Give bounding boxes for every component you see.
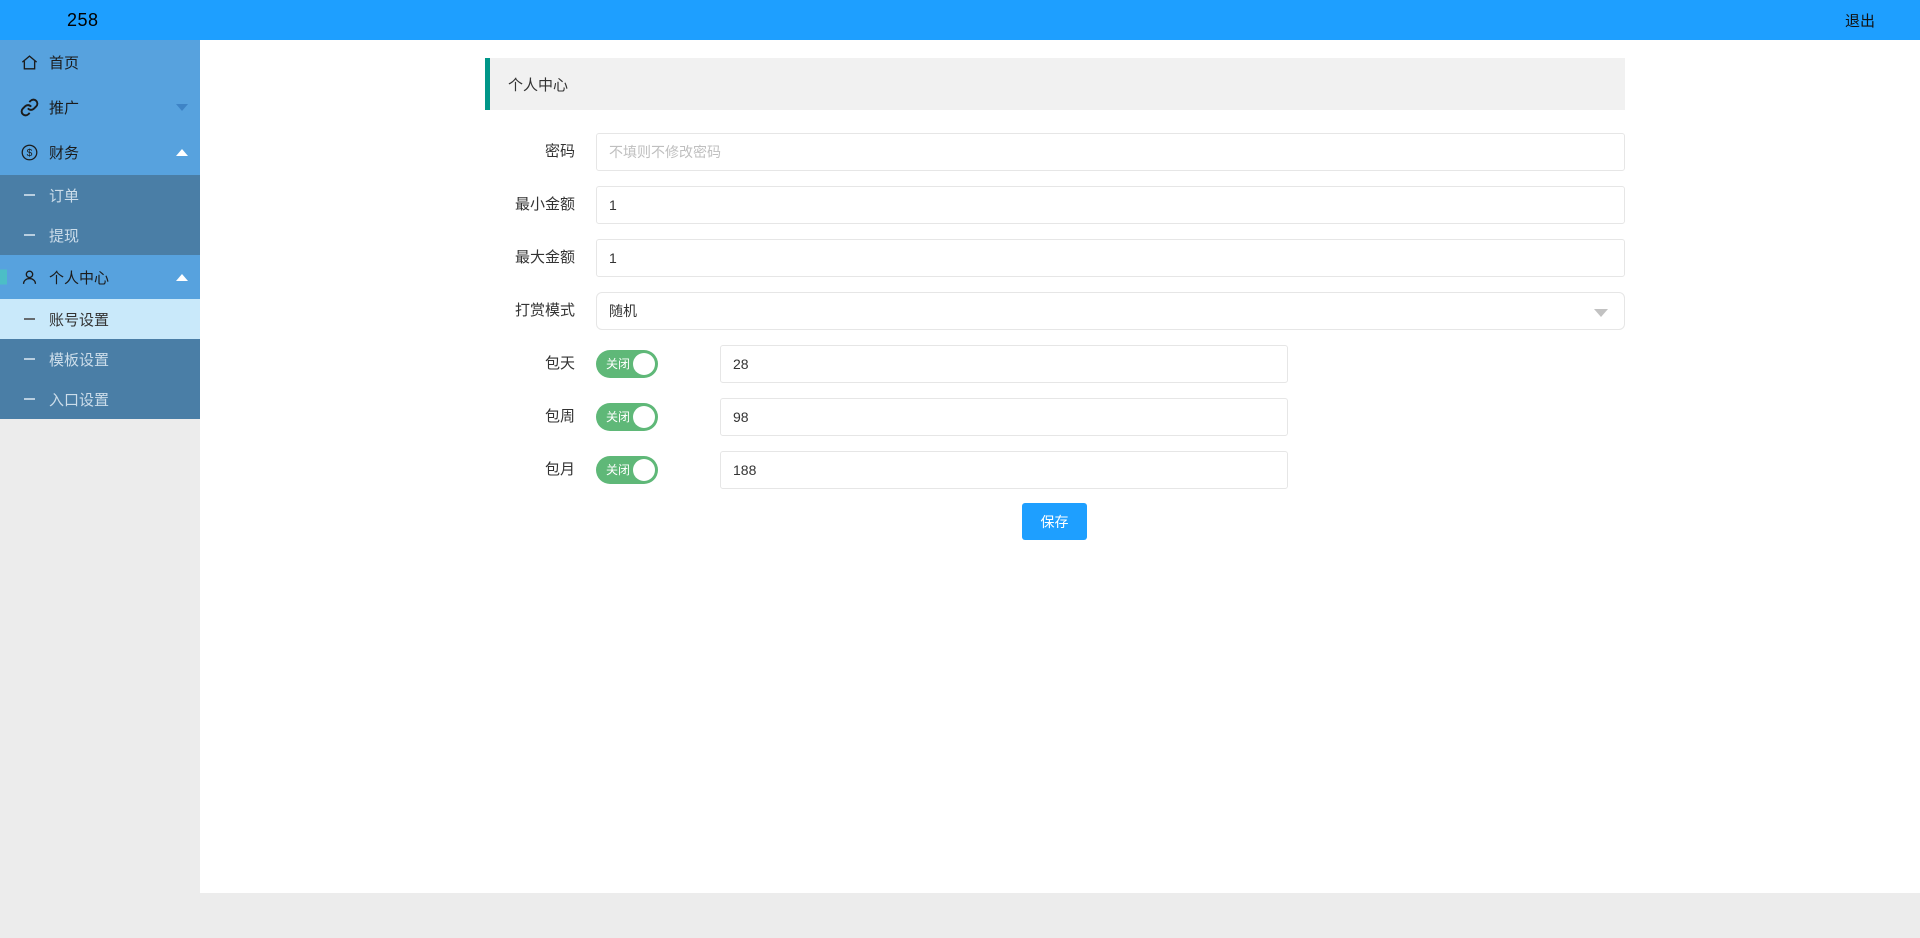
money-icon: $ (20, 143, 39, 162)
brand-title: 258 (67, 9, 99, 30)
daily-price-input[interactable] (720, 345, 1288, 383)
save-button[interactable]: 保存 (1022, 503, 1087, 540)
weekly-toggle[interactable]: 关闭 (596, 403, 658, 431)
daily-toggle[interactable]: 关闭 (596, 350, 658, 378)
form-row-max-amount: 最大金额 (200, 239, 1920, 277)
svg-text:$: $ (27, 148, 33, 159)
sidebar-item-label: 提现 (49, 227, 80, 245)
topbar: 258 退出 (0, 0, 1920, 40)
sidebar-item-template-settings[interactable]: 模板设置 (0, 339, 200, 379)
password-input[interactable] (596, 133, 1625, 171)
reward-mode-value: 随机 (609, 303, 637, 319)
link-icon (20, 98, 39, 117)
min-amount-label: 最小金额 (514, 196, 575, 213)
sidebar-item-label: 首页 (49, 55, 80, 72)
toggle-label: 关闭 (606, 463, 631, 477)
sidebar-item-label: 推广 (49, 100, 80, 117)
sidebar-item-label: 账号设置 (49, 311, 110, 329)
chevron-down-icon (176, 104, 188, 111)
form-row-monthly: 包月 关闭 (200, 451, 1920, 489)
finance-submenu: 订单 提现 (0, 175, 200, 255)
panel-header: 个人中心 (485, 58, 1625, 110)
toggle-knob-icon (633, 353, 655, 375)
sidebar-item-label: 入口设置 (49, 391, 110, 409)
daily-label: 包天 (544, 355, 575, 372)
sidebar-item-label: 订单 (49, 187, 80, 205)
max-amount-input[interactable] (596, 239, 1625, 277)
dash-icon (24, 318, 35, 320)
reward-mode-label: 打赏模式 (514, 302, 575, 319)
toggle-knob-icon (633, 459, 655, 481)
sidebar-item-label: 财务 (49, 145, 80, 162)
form-row-weekly: 包周 关闭 (200, 398, 1920, 436)
min-amount-input[interactable] (596, 186, 1625, 224)
page: 258 退出 首页 推广 $ 财务 订单 提现 个人中心 账号设置 模板设置 入… (0, 0, 1920, 938)
sidebar-item-account-settings[interactable]: 账号设置 (0, 299, 200, 339)
sidebar-item-promotion[interactable]: 推广 (0, 85, 200, 130)
dash-icon (24, 398, 35, 400)
sidebar-item-finance[interactable]: $ 财务 (0, 130, 200, 175)
monthly-price-input[interactable] (720, 451, 1288, 489)
toggle-label: 关闭 (606, 357, 631, 371)
monthly-label: 包月 (544, 461, 575, 478)
form-row-min-amount: 最小金额 (200, 186, 1920, 224)
monthly-toggle[interactable]: 关闭 (596, 456, 658, 484)
sidebar-item-withdraw[interactable]: 提现 (0, 215, 200, 255)
panel-title: 个人中心 (508, 76, 569, 94)
chevron-up-icon (176, 149, 188, 156)
reward-mode-select[interactable]: 随机 (596, 292, 1625, 330)
password-label: 密码 (544, 143, 575, 160)
user-icon (20, 268, 39, 287)
dash-icon (24, 234, 35, 236)
toggle-label: 关闭 (606, 410, 631, 424)
main-content: 个人中心 密码 最小金额 最大金额 打赏模式 随机 包天 关闭 (200, 40, 1920, 893)
sidebar: 首页 推广 $ 财务 订单 提现 个人中心 账号设置 模板设置 入口设置 (0, 40, 200, 419)
sidebar-item-label: 个人中心 (49, 269, 110, 287)
sidebar-item-profile[interactable]: 个人中心 (0, 255, 200, 299)
dash-icon (24, 194, 35, 196)
sidebar-item-orders[interactable]: 订单 (0, 175, 200, 215)
form-row-reward-mode: 打赏模式 随机 (200, 292, 1920, 330)
sidebar-item-home[interactable]: 首页 (0, 40, 200, 85)
logout-link[interactable]: 退出 (1845, 10, 1875, 31)
form-row-password: 密码 (200, 133, 1920, 171)
profile-submenu: 账号设置 模板设置 入口设置 (0, 299, 200, 419)
sidebar-item-label: 模板设置 (49, 351, 110, 369)
sidebar-item-entry-settings[interactable]: 入口设置 (0, 379, 200, 419)
active-section-indicator (0, 269, 7, 285)
chevron-up-icon (176, 273, 188, 281)
bottom-strip (0, 893, 1920, 938)
chevron-down-icon (1594, 309, 1608, 317)
form-row-daily: 包天 关闭 (200, 345, 1920, 383)
dash-icon (24, 358, 35, 360)
home-icon (20, 53, 39, 72)
toggle-knob-icon (633, 406, 655, 428)
max-amount-label: 最大金额 (514, 249, 575, 266)
weekly-label: 包周 (544, 408, 575, 425)
weekly-price-input[interactable] (720, 398, 1288, 436)
